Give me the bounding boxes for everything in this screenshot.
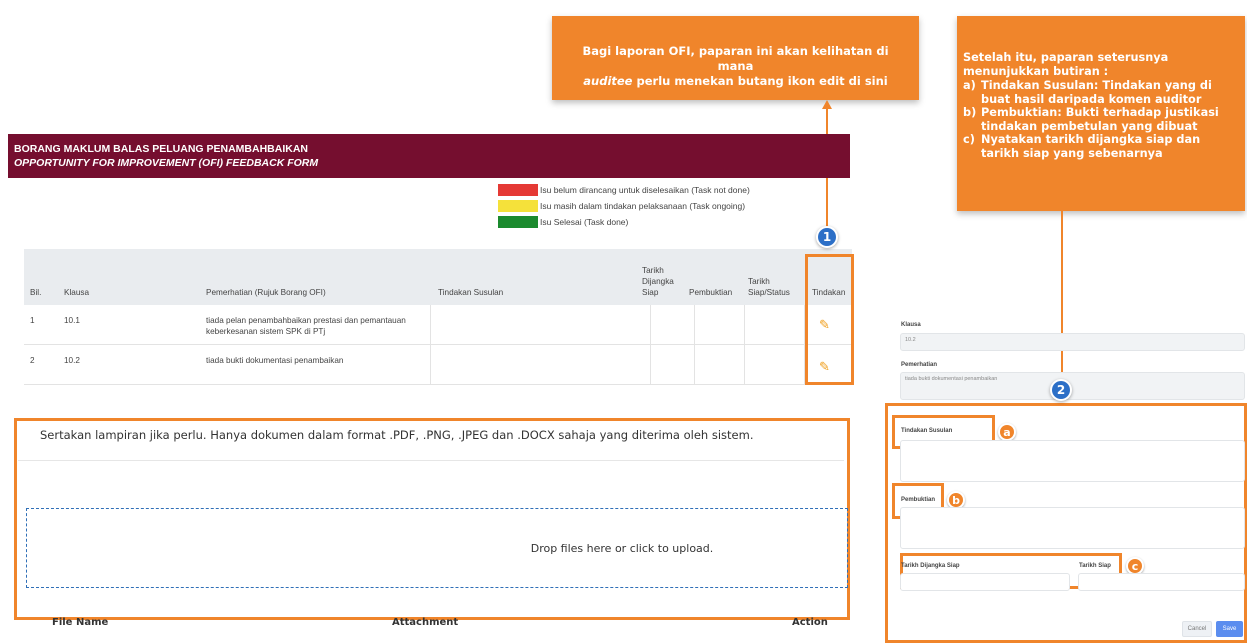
- connector-line: [1061, 211, 1063, 381]
- step-badge-a: a: [998, 423, 1016, 441]
- save-button[interactable]: Save: [1216, 621, 1243, 637]
- callout2-item-a: a) Tindakan Susulan: Tindakan yang di bua…: [963, 79, 1239, 106]
- col-bil: Bil.: [30, 288, 42, 297]
- column-divider: [650, 305, 651, 385]
- legend-label: Isu masih dalam tindakan pelaksanaan (Ta…: [540, 201, 746, 211]
- cancel-button[interactable]: Cancel: [1182, 621, 1212, 637]
- col-tindakan-susulan: Tindakan Susulan: [438, 288, 504, 297]
- callout2-list: a) Tindakan Susulan: Tindakan yang di bua…: [963, 79, 1239, 160]
- highlight-tindakan-column: [805, 254, 854, 385]
- column-divider: [744, 305, 745, 385]
- col-attachment: Attachment: [392, 617, 459, 628]
- callout-line-1: Bagi laporan OFI, paparan ini akan kelih…: [582, 44, 889, 73]
- table-row: 1 10.1 tiada pelan penambahbaikan presta…: [24, 305, 852, 345]
- callout2-item-mark: c): [963, 133, 975, 146]
- callout-emphasis: auditee: [583, 74, 633, 88]
- column-divider: [430, 305, 431, 385]
- step-badge-1: 1: [816, 226, 838, 248]
- callout-line-2-rest: perlu menekan butang ikon edit di sini: [632, 74, 888, 88]
- col-tarikh-siap: Tarikh Siap/Status: [748, 249, 790, 305]
- col-tarikh-dijangka-l1: Tarikh: [642, 266, 664, 275]
- col-tarikh-siap-l2: Siap/Status: [748, 288, 790, 297]
- form-title-ms: BORANG MAKLUM BALAS PELUANG PENAMBAHBAIK…: [14, 143, 308, 155]
- legend-item-ongoing: Isu masih dalam tindakan pelaksanaan (Ta…: [498, 200, 745, 212]
- form-title-banner: BORANG MAKLUM BALAS PELUANG PENAMBAHBAIK…: [8, 134, 850, 178]
- callout2-intro: Setelah itu, paparan seterusnya menunjuk…: [963, 51, 1169, 78]
- col-tarikh-siap-l1: Tarikh: [748, 277, 770, 286]
- legend-swatch: [498, 216, 538, 228]
- col-klausa: Klausa: [64, 288, 90, 297]
- callout2-item-mark: b): [963, 106, 977, 119]
- table-row: 2 10.2 tiada bukti dokumentasi penambaik…: [24, 345, 852, 385]
- pemerhatian-field: tiada bukti dokumentasi penambaikan: [900, 372, 1245, 400]
- callout2-item-text: Tindakan Susulan: Tindakan yang di buat …: [981, 79, 1212, 106]
- callout-line-2: auditee perlu menekan butang ikon edit d…: [566, 74, 905, 89]
- legend-swatch: [498, 184, 538, 196]
- instruction-callout-details: Setelah itu, paparan seterusnya menunjuk…: [957, 16, 1245, 211]
- instruction-callout-edit: Bagi laporan OFI, paparan ini akan kelih…: [552, 16, 919, 100]
- klausa-label: Klausa: [901, 322, 921, 328]
- column-divider: [694, 305, 695, 385]
- legend-swatch: [498, 200, 538, 212]
- col-tarikh-dijangka-l3: Siap: [642, 288, 659, 297]
- cell-pemerhatian: tiada bukti dokumentasi penambaikan: [206, 356, 344, 365]
- col-action: Action: [792, 617, 828, 628]
- pemerhatian-label: Pemerhatian: [901, 362, 938, 368]
- callout2-item-mark: a): [963, 79, 976, 92]
- cell-pemerhatian-l2: keberkesanan sistem SPK di PTj: [206, 327, 326, 336]
- dropzone-label: Drop files here or click to upload.: [530, 541, 714, 555]
- divider: [18, 460, 844, 461]
- col-pembuktian: Pembuktian: [689, 288, 733, 297]
- col-file-name: File Name: [52, 617, 109, 628]
- tarikh-siap-input[interactable]: [1078, 573, 1245, 591]
- callout2-item-b: b) Pembuktian: Bukti terhadap justikasi t…: [963, 106, 1239, 133]
- cell-pemerhatian: tiada pelan penambahbaikan prestasi dan …: [206, 315, 406, 337]
- cell-pemerhatian-l1: tiada pelan penambahbaikan prestasi dan …: [206, 316, 406, 325]
- tarikh-dijangka-label: Tarikh Dijangka Siap: [901, 563, 960, 569]
- col-tarikh-dijangka: Tarikh Dijangka Siap: [642, 249, 674, 305]
- cell-bil: 1: [30, 316, 35, 325]
- upload-instructions: Sertakan lampiran jika perlu. Hanya doku…: [40, 428, 754, 442]
- cell-bil: 2: [30, 356, 35, 365]
- form-title-en: OPPORTUNITY FOR IMPROVEMENT (OFI) FEEDBA…: [14, 157, 319, 169]
- legend-label: Isu belum dirancang untuk diselesaikan (…: [540, 185, 750, 195]
- legend-item-not-done: Isu belum dirancang untuk diselesaikan (…: [498, 184, 750, 196]
- callout2-item-text: Nyatakan tarikh dijangka siap dan tarikh…: [981, 133, 1201, 160]
- col-tarikh-dijangka-l2: Dijangka: [642, 277, 674, 286]
- col-pemerhatian: Pemerhatian (Rujuk Borang OFI): [206, 288, 326, 297]
- tindakan-susulan-label: Tindakan Susulan: [901, 428, 953, 434]
- pembuktian-textarea[interactable]: [900, 507, 1245, 549]
- cell-klausa: 10.1: [64, 316, 80, 325]
- table-header: Bil. Klausa Pemerhatian (Rujuk Borang OF…: [24, 249, 852, 305]
- callout2-item-text: Pembuktian: Bukti terhadap justikasi tin…: [981, 106, 1219, 133]
- file-dropzone[interactable]: Drop files here or click to upload.: [26, 508, 848, 588]
- callout2-item-c: c) Nyatakan tarikh dijangka siap dan tari…: [963, 133, 1239, 160]
- pembuktian-label: Pembuktian: [901, 497, 936, 503]
- step-badge-2: 2: [1050, 379, 1072, 401]
- legend-item-done: Isu Selesai (Task done): [498, 216, 628, 228]
- legend-label: Isu Selesai (Task done): [540, 217, 629, 227]
- tarikh-dijangka-input[interactable]: [900, 573, 1070, 591]
- tarikh-siap-label: Tarikh Siap: [1079, 563, 1111, 569]
- tindakan-susulan-textarea[interactable]: [900, 440, 1245, 482]
- klausa-field: 10.2: [900, 333, 1245, 351]
- cell-klausa: 10.2: [64, 356, 80, 365]
